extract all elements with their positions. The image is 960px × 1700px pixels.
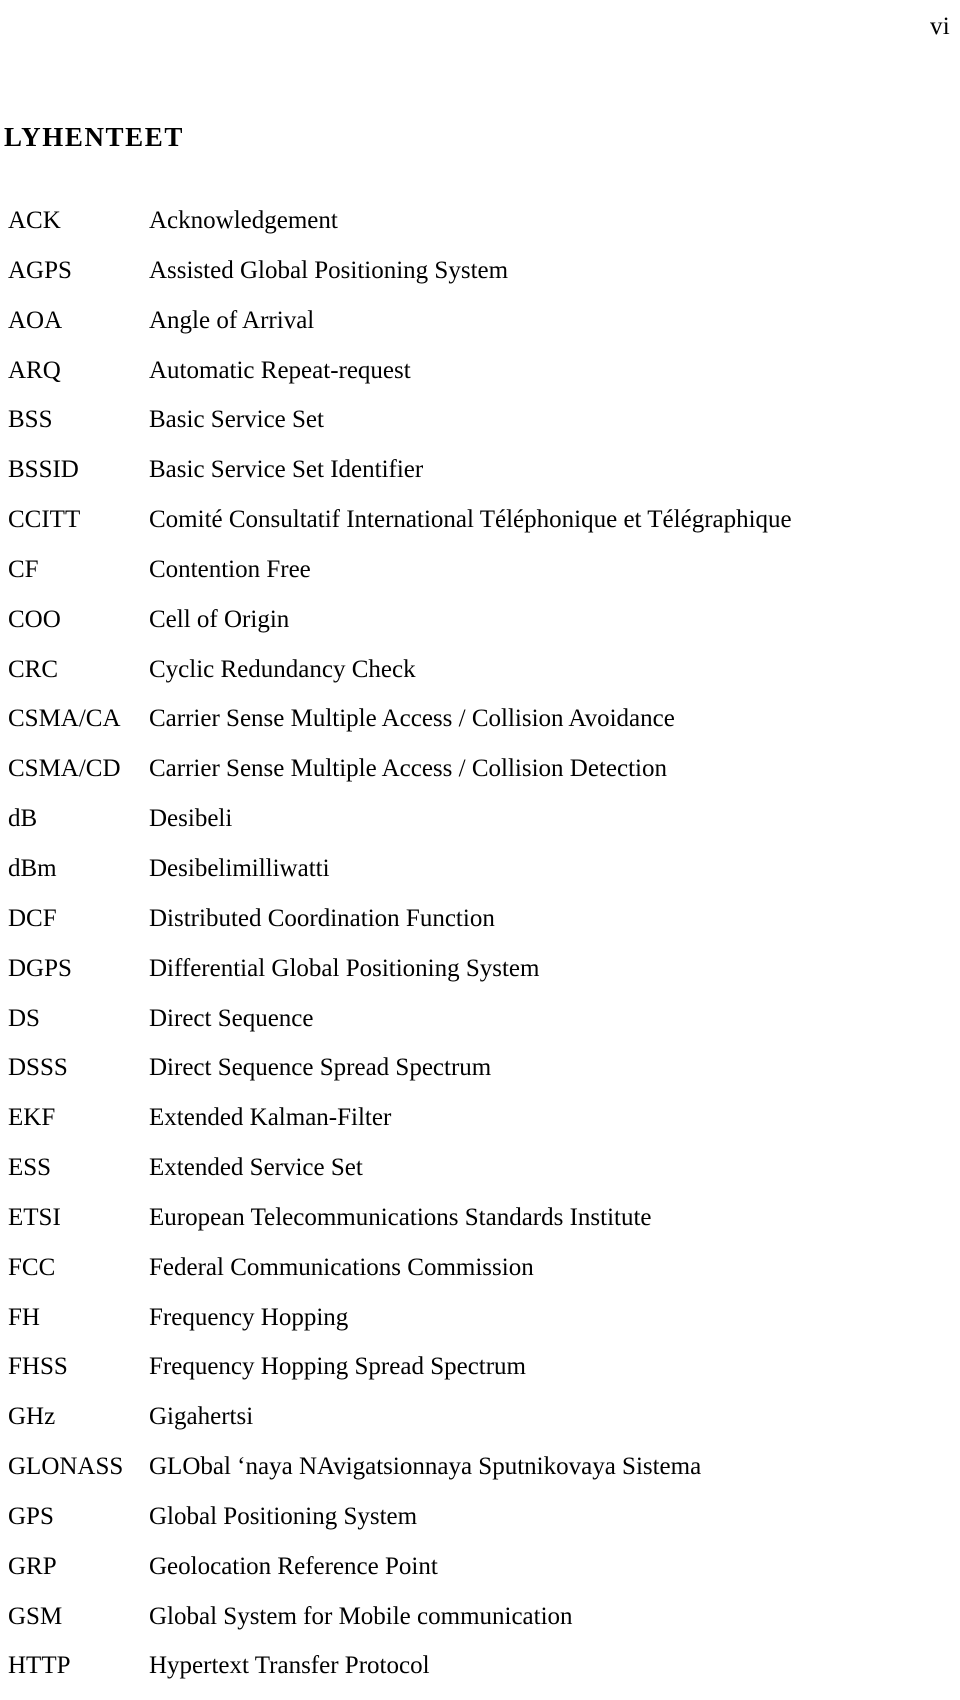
abbreviation-definition: Hypertext Transfer Protocol <box>149 1652 430 1680</box>
abbreviation-row: BSS Basic Service Set <box>4 404 956 454</box>
abbreviation-term: CF <box>8 555 39 583</box>
abbreviation-row: FHSS Frequency Hopping Spread Spectrum <box>4 1351 956 1401</box>
abbreviation-row: GHz Gigahertsi <box>4 1401 956 1451</box>
abbreviation-row: HTTP Hypertext Transfer Protocol <box>4 1650 956 1700</box>
abbreviation-term: ETSI <box>8 1203 61 1231</box>
abbreviation-term: dBm <box>8 854 57 882</box>
abbreviation-definition: Basic Service Set Identifier <box>149 456 424 484</box>
abbreviation-row: CF Contention Free <box>4 554 956 604</box>
abbreviation-term: CRC <box>8 655 59 683</box>
abbreviation-definition: Desibeli <box>149 805 233 833</box>
abbreviation-definition: Cell of Origin <box>149 605 290 633</box>
abbreviation-row: dB Desibeli <box>4 803 956 853</box>
abbreviation-definition: Global System for Mobile communication <box>149 1602 573 1630</box>
abbreviation-term: FHSS <box>8 1353 68 1381</box>
abbreviation-row: GPS Global Positioning System <box>4 1501 956 1551</box>
abbreviation-term: COO <box>8 605 61 633</box>
abbreviation-definition: European Telecommunications Standards In… <box>149 1203 652 1231</box>
abbreviation-term: DSSS <box>8 1054 68 1082</box>
abbreviation-definition: Frequency Hopping <box>149 1303 349 1331</box>
abbreviation-term: ACK <box>8 207 61 234</box>
abbreviation-row: EKF Extended Kalman-Filter <box>4 1102 956 1152</box>
abbreviation-definition: Basic Service Set <box>149 406 324 434</box>
abbreviation-term: HTTP <box>8 1652 71 1680</box>
page-number: vi <box>929 13 950 40</box>
page-title: LYHENTEET <box>4 122 184 153</box>
abbreviation-term: EKF <box>8 1104 56 1132</box>
abbreviation-row: FH Frequency Hopping <box>4 1302 956 1352</box>
abbreviation-term: FCC <box>8 1253 56 1281</box>
abbreviation-row: DCF Distributed Coordination Function <box>4 903 956 953</box>
abbreviation-row: ESS Extended Service Set <box>4 1152 956 1202</box>
abbreviation-definition: Angle of Arrival <box>149 306 315 334</box>
abbreviation-term: AGPS <box>8 256 72 284</box>
abbreviation-definition: Direct Sequence Spread Spectrum <box>149 1054 492 1082</box>
abbreviation-term: AOA <box>8 306 63 334</box>
abbreviation-definition: Frequency Hopping Spread Spectrum <box>149 1353 527 1381</box>
abbreviation-term: FH <box>8 1303 40 1331</box>
abbreviation-term: CCITT <box>8 506 81 534</box>
abbreviation-term: BSSID <box>8 456 79 484</box>
abbreviation-definition: Cyclic Redundancy Check <box>149 655 416 683</box>
abbreviation-row: ETSI European Telecommunications Standard… <box>4 1202 956 1252</box>
abbreviation-definition: Differential Global Positioning System <box>149 954 540 982</box>
abbreviation-definition: Assisted Global Positioning System <box>149 256 509 284</box>
abbreviation-row: CRC Cyclic Redundancy Check <box>4 654 956 704</box>
abbreviation-row: DS Direct Sequence <box>4 1003 956 1053</box>
abbreviation-term: BSS <box>8 406 53 434</box>
abbreviation-definition: Automatic Repeat-request <box>149 356 411 384</box>
abbreviation-definition: Gigahertsi <box>149 1403 254 1431</box>
abbreviation-term: GSM <box>8 1602 63 1630</box>
abbreviation-row: ARQ Automatic Repeat-request <box>4 355 956 405</box>
abbreviation-definition: Federal Communications Commission <box>149 1253 534 1281</box>
abbreviation-term: DCF <box>8 904 57 932</box>
abbreviation-row: FCC Federal Communications Commission <box>4 1252 956 1302</box>
abbreviation-definition: Geolocation Reference Point <box>149 1552 438 1580</box>
abbreviation-row: CSMA/CA Carrier Sense Multiple Access / C… <box>4 703 956 753</box>
abbreviation-row: AOA Angle of Arrival <box>4 305 956 355</box>
abbreviation-definition: Carrier Sense Multiple Access / Collisio… <box>149 755 667 783</box>
abbreviations-list: ACK Acknowledgement AGPS Assisted Global Po… <box>4 205 956 1700</box>
abbreviation-row: GLONASS GLObal ‘naya NAvigatsionnaya Sput… <box>4 1451 956 1501</box>
abbreviation-term: CSMA/CA <box>8 705 121 733</box>
abbreviation-definition: Distributed Coordination Function <box>149 904 495 932</box>
abbreviation-term: GRP <box>8 1552 57 1580</box>
abbreviation-row: GSM Global System for Mobile communicatio… <box>4 1601 956 1651</box>
abbreviation-term: ARQ <box>8 356 61 384</box>
abbreviation-term: DGPS <box>8 954 72 982</box>
abbreviation-definition: Carrier Sense Multiple Access / Collisio… <box>149 705 675 733</box>
abbreviation-definition: Direct Sequence <box>149 1004 314 1032</box>
abbreviation-definition: Comité Consultatif International Télépho… <box>149 506 792 534</box>
abbreviation-term: DS <box>8 1004 40 1032</box>
abbreviation-row: DGPS Differential Global Positioning Syst… <box>4 953 956 1003</box>
abbreviation-row: dBm Desibelimilliwatti <box>4 853 956 903</box>
abbreviation-term: GLONASS <box>8 1453 124 1481</box>
abbreviation-row: ACK Acknowledgement <box>4 205 956 255</box>
abbreviation-row: COO Cell of Origin <box>4 604 956 654</box>
abbreviation-term: dB <box>8 805 38 833</box>
abbreviation-term: GHz <box>8 1403 56 1431</box>
abbreviation-term: ESS <box>8 1154 52 1182</box>
document-page: vi LYHENTEET ACK Acknowledgement AGPS Assis… <box>0 0 960 1679</box>
abbreviation-row: AGPS Assisted Global Positioning System <box>4 255 956 305</box>
abbreviation-term: CSMA/CD <box>8 755 121 783</box>
abbreviation-definition: Extended Kalman-Filter <box>149 1104 392 1132</box>
abbreviation-row: DSSS Direct Sequence Spread Spectrum <box>4 1052 956 1102</box>
abbreviation-definition: Acknowledgement <box>149 207 338 234</box>
abbreviation-row: BSSID Basic Service Set Identifier <box>4 454 956 504</box>
abbreviation-term: GPS <box>8 1502 54 1530</box>
abbreviation-row: CSMA/CD Carrier Sense Multiple Access / C… <box>4 753 956 803</box>
abbreviation-row: GRP Geolocation Reference Point <box>4 1551 956 1601</box>
abbreviation-definition: Contention Free <box>149 555 311 583</box>
abbreviation-definition: GLObal ‘naya NAvigatsionnaya Sputnikovay… <box>149 1453 702 1481</box>
abbreviation-definition: Desibelimilliwatti <box>149 854 330 882</box>
abbreviation-row: CCITT Comité Consultatif International Té… <box>4 504 956 554</box>
abbreviation-definition: Extended Service Set <box>149 1154 363 1182</box>
abbreviation-definition: Global Positioning System <box>149 1502 418 1530</box>
